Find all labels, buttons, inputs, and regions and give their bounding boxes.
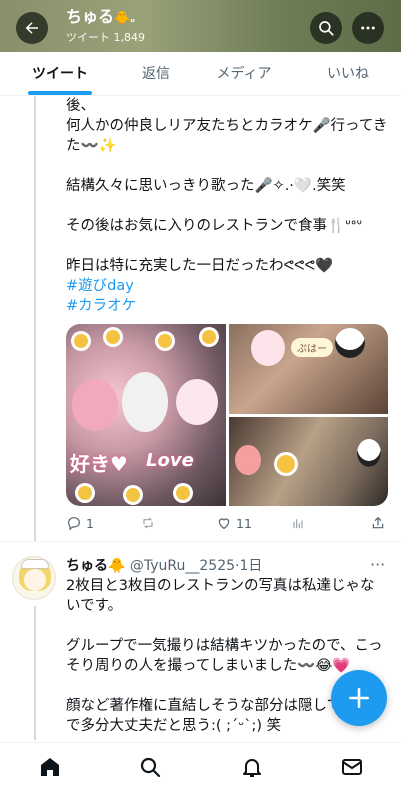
header-title: ちゅる🐥ₒ ツイート 1,849 bbox=[66, 7, 145, 45]
sunflower-sticker bbox=[277, 455, 295, 473]
avatar-cap bbox=[21, 559, 49, 569]
tab-media[interactable]: メディア bbox=[202, 52, 286, 96]
bunny-sticker bbox=[122, 372, 168, 432]
panda-sticker bbox=[335, 328, 365, 358]
photo-caption: Love bbox=[146, 450, 194, 471]
bear-sticker bbox=[72, 379, 118, 431]
panda-sticker bbox=[357, 439, 381, 467]
sunflower-sticker bbox=[74, 334, 88, 348]
photo-grid: 好き♥ Love ぷはー bbox=[66, 324, 388, 506]
search-icon bbox=[140, 757, 161, 778]
like-count: 11 bbox=[236, 515, 252, 531]
profile-name: ちゅる🐥ₒ bbox=[66, 7, 145, 30]
tweet-line: 何人かの仲良しリア友たちとカラオケ🎤行ってきた〰️✨ bbox=[66, 118, 388, 154]
tweet-time: ·1日 bbox=[235, 558, 263, 574]
tweet-count: ツイート 1,849 bbox=[66, 31, 145, 44]
retweet-button[interactable] bbox=[140, 512, 156, 534]
views-button[interactable] bbox=[290, 512, 306, 534]
tweet-divider bbox=[0, 541, 401, 542]
hashtag-link[interactable]: #遊びday bbox=[66, 276, 388, 296]
bottom-navigation bbox=[0, 742, 401, 800]
tweet-text: 後、 何人かの仲良しリア友たちとカラオケ🎤行ってきた〰️✨ 結構久々に思いっきり… bbox=[66, 96, 388, 316]
share-button[interactable] bbox=[370, 512, 386, 534]
photo-2[interactable]: ぷはー bbox=[229, 324, 388, 414]
nav-explore[interactable] bbox=[138, 755, 162, 779]
ghost-sticker bbox=[251, 330, 285, 366]
author-handle[interactable]: @TyuRu__2525 bbox=[130, 558, 235, 574]
home-icon bbox=[41, 758, 59, 776]
tweet-actions: 1 11 bbox=[66, 512, 388, 534]
retweet-icon bbox=[143, 517, 153, 529]
tab-likes[interactable]: いいね bbox=[308, 52, 388, 96]
profile-tabs: ツイート 返信 メディア いいね bbox=[0, 52, 401, 96]
arrow-left-icon bbox=[25, 22, 38, 34]
active-tab-indicator bbox=[28, 91, 92, 95]
reply-icon bbox=[68, 517, 80, 531]
sunflower-sticker bbox=[202, 330, 216, 344]
search-icon bbox=[319, 21, 334, 36]
profile-name-text: ちゅる bbox=[66, 7, 115, 26]
search-button[interactable] bbox=[310, 12, 342, 44]
girl-sticker bbox=[235, 445, 261, 475]
mail-icon bbox=[342, 759, 362, 775]
analytics-icon bbox=[293, 519, 303, 529]
reply-count: 1 bbox=[86, 515, 94, 531]
compose-button[interactable] bbox=[331, 670, 387, 726]
nav-messages[interactable] bbox=[340, 755, 364, 779]
thread-line bbox=[34, 606, 36, 740]
photo-caption: 好き♥ bbox=[70, 452, 128, 476]
avatar-face bbox=[24, 569, 46, 591]
tweet-paragraph: グループで一気撮りは結構キツかったので、こっそり周りの人を撮ってしまいました〰️… bbox=[66, 638, 383, 674]
more-button[interactable] bbox=[352, 12, 384, 44]
nav-notifications[interactable] bbox=[240, 755, 264, 779]
share-icon bbox=[372, 516, 384, 529]
like-button[interactable]: 11 bbox=[216, 512, 252, 534]
sunflower-sticker bbox=[126, 488, 140, 502]
tweet-line: 昨日は特に充実した一日だったわᕙᕙᕙ🖤 bbox=[66, 258, 334, 274]
reply-button[interactable]: 1 bbox=[66, 512, 94, 534]
name-suffix: ₒ bbox=[130, 14, 136, 25]
profile-header: ちゅる🐥ₒ ツイート 1,849 bbox=[0, 0, 401, 52]
tweet-line: その後はお気に入りのレストランで食事🍴ᐡᐤᐡ bbox=[66, 218, 362, 234]
tab-replies[interactable]: 返信 bbox=[118, 52, 194, 96]
nav-home[interactable] bbox=[38, 755, 62, 779]
photo-1[interactable]: 好き♥ Love bbox=[66, 324, 226, 506]
tweet-line: 後、 bbox=[66, 98, 95, 114]
tweet-line: 結構久々に思いっきり歌った🎤✧.·🤍.笑笑 bbox=[66, 178, 346, 194]
hashtag-link[interactable]: #カラオケ bbox=[66, 296, 388, 316]
back-button[interactable] bbox=[16, 12, 48, 44]
tweet-header: ちゅる🐥 @TyuRu__2525·1日 bbox=[66, 556, 388, 576]
sunflower-sticker bbox=[158, 334, 172, 348]
avatar[interactable] bbox=[12, 556, 56, 600]
thread-line bbox=[34, 96, 36, 541]
chick-emoji: 🐥 bbox=[114, 11, 131, 26]
sunflower-sticker bbox=[78, 486, 92, 500]
more-icon bbox=[361, 26, 375, 30]
tab-tweets[interactable]: ツイート bbox=[18, 52, 102, 96]
heart-icon bbox=[218, 518, 230, 530]
sunflower-sticker bbox=[176, 486, 190, 500]
sunflower-sticker bbox=[106, 330, 120, 344]
tweet-paragraph: 2枚目と3枚目のレストランの写真は私達じゃないです。 bbox=[66, 578, 375, 614]
author-name[interactable]: ちゅる bbox=[66, 558, 108, 574]
bell-icon bbox=[243, 759, 261, 777]
tweet-text: 2枚目と3枚目のレストランの写真は私達じゃないです。 グループで一気撮りは結構キ… bbox=[66, 576, 384, 756]
photo-3[interactable] bbox=[229, 417, 388, 506]
chick-emoji: 🐥 bbox=[108, 558, 126, 574]
tweet-more-button[interactable]: ··· bbox=[370, 556, 385, 574]
speech-bubble: ぷはー bbox=[291, 338, 333, 357]
plus-icon bbox=[349, 688, 369, 708]
puppy-sticker bbox=[176, 379, 218, 425]
